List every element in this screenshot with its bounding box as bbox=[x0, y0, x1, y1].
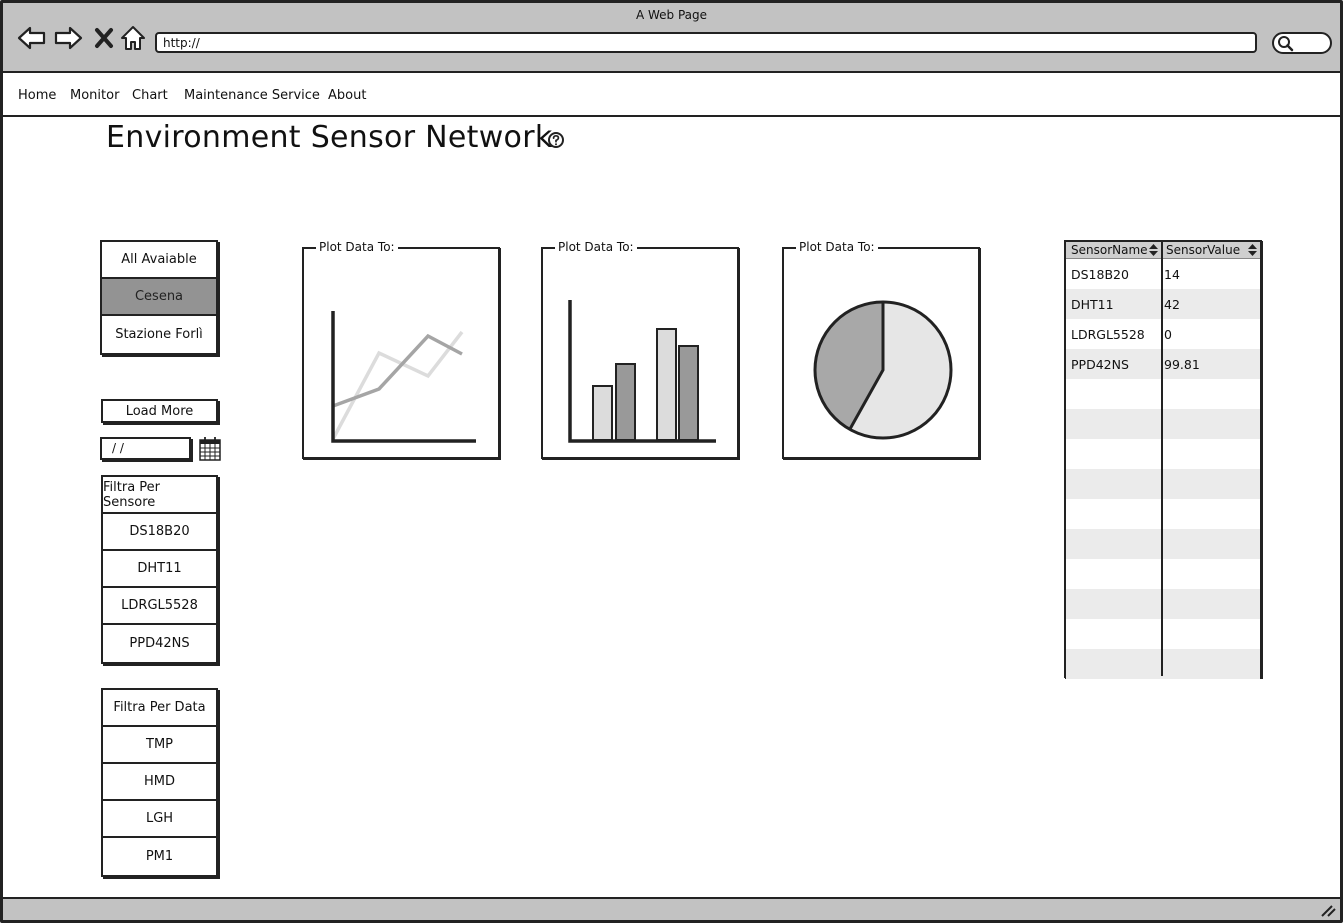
empty-row bbox=[1066, 499, 1260, 529]
pie-chart-panel[interactable]: Plot Data To: bbox=[782, 240, 980, 459]
resize-grip-icon[interactable] bbox=[1320, 903, 1336, 917]
load-more-button[interactable]: Load More bbox=[101, 399, 218, 423]
data-filter-header: Filtra Per Data bbox=[103, 690, 216, 727]
sensor-value-cell: 14 bbox=[1164, 266, 1180, 282]
table-body: DS18B20 14 DHT11 42 LDRGL5528 0 PPD42NS 99.8… bbox=[1066, 259, 1260, 679]
empty-row bbox=[1066, 589, 1260, 619]
back-icon[interactable] bbox=[17, 23, 47, 53]
sensor-value-cell: 99.81 bbox=[1164, 356, 1200, 372]
browser-chrome: A Web Page http:// bbox=[3, 3, 1340, 73]
table-header: SensorName SensorValue bbox=[1066, 242, 1260, 259]
menu-chart[interactable]: Chart bbox=[132, 88, 168, 103]
data-lgh[interactable]: LGH bbox=[103, 801, 216, 838]
status-bar bbox=[3, 897, 1340, 920]
data-hmd[interactable]: HMD bbox=[103, 764, 216, 801]
empty-row bbox=[1066, 619, 1260, 649]
data-pm1[interactable]: PM1 bbox=[103, 838, 216, 875]
sensor-dht11[interactable]: DHT11 bbox=[103, 551, 216, 588]
stop-icon[interactable] bbox=[89, 23, 119, 53]
sensor-table: SensorName SensorValue DS18B20 14 DHT11 42… bbox=[1064, 240, 1262, 679]
empty-row bbox=[1066, 559, 1260, 589]
menu-maintenance-service[interactable]: Maintenance Service bbox=[184, 88, 320, 103]
empty-row bbox=[1066, 529, 1260, 559]
data-filter-list: Filtra Per Data TMP HMD LGH PM1 bbox=[101, 688, 218, 877]
sensor-ldrgl5528[interactable]: LDRGL5528 bbox=[103, 588, 216, 625]
pie-chart-icon bbox=[813, 300, 953, 440]
location-cesena[interactable]: Cesena bbox=[102, 279, 216, 316]
date-input[interactable]: / / bbox=[100, 437, 191, 460]
sensor-ds18b20[interactable]: DS18B20 bbox=[103, 514, 216, 551]
bar-chart-panel[interactable]: Plot Data To: bbox=[541, 240, 739, 459]
empty-row bbox=[1066, 409, 1260, 439]
menu-bar: Home Monitor Chart Maintenance Service A… bbox=[3, 75, 1340, 117]
location-list: All Avaiable Cesena Stazione Forlì bbox=[100, 240, 218, 355]
table-row[interactable]: DHT11 42 bbox=[1066, 289, 1260, 319]
sensor-name-cell: PPD42NS bbox=[1071, 356, 1129, 372]
column-label: SensorName bbox=[1071, 243, 1148, 257]
search-icon bbox=[1278, 36, 1294, 52]
empty-row bbox=[1066, 649, 1260, 679]
data-tmp[interactable]: TMP bbox=[103, 727, 216, 764]
sensor-value-cell: 42 bbox=[1164, 296, 1180, 312]
column-header-sensorvalue[interactable]: SensorValue bbox=[1161, 242, 1260, 258]
table-row[interactable]: DS18B20 14 bbox=[1066, 259, 1260, 289]
column-header-sensorname[interactable]: SensorName bbox=[1066, 242, 1161, 258]
forward-icon[interactable] bbox=[53, 23, 83, 53]
sensor-filter-header: Filtra Per Sensore bbox=[103, 477, 216, 514]
menu-monitor[interactable]: Monitor bbox=[70, 88, 119, 103]
empty-row bbox=[1066, 469, 1260, 499]
table-row[interactable]: LDRGL5528 0 bbox=[1066, 319, 1260, 349]
url-input[interactable]: http:// bbox=[155, 32, 1257, 53]
menu-home[interactable]: Home bbox=[18, 88, 56, 103]
page-title: Environment Sensor Network bbox=[106, 120, 553, 155]
sort-icon[interactable] bbox=[1248, 244, 1257, 256]
bar-chart-icon bbox=[568, 300, 716, 443]
browser-search[interactable] bbox=[1272, 32, 1332, 54]
sensor-name-cell: LDRGL5528 bbox=[1071, 326, 1145, 342]
table-row[interactable]: PPD42NS 99.81 bbox=[1066, 349, 1260, 379]
menu-about[interactable]: About bbox=[328, 88, 366, 103]
line-chart-panel[interactable]: Plot Data To: bbox=[302, 240, 500, 459]
home-icon[interactable] bbox=[118, 23, 148, 53]
sensor-ppd42ns[interactable]: PPD42NS bbox=[103, 625, 216, 662]
column-divider bbox=[1161, 242, 1163, 676]
window-title: A Web Page bbox=[635, 8, 708, 22]
sensor-name-cell: DS18B20 bbox=[1071, 266, 1129, 282]
calendar-icon[interactable] bbox=[198, 436, 222, 462]
browser-window: A Web Page http:// Home Monitor Chart Ma… bbox=[0, 0, 1343, 923]
help-icon[interactable] bbox=[547, 131, 565, 149]
column-label: SensorValue bbox=[1166, 243, 1241, 257]
sort-icon[interactable] bbox=[1149, 244, 1158, 256]
location-stazione-forli[interactable]: Stazione Forlì bbox=[102, 316, 216, 353]
empty-row bbox=[1066, 379, 1260, 409]
sensor-name-cell: DHT11 bbox=[1071, 296, 1114, 312]
empty-row bbox=[1066, 439, 1260, 469]
line-chart-icon bbox=[331, 311, 476, 443]
sensor-filter-list: Filtra Per Sensore DS18B20 DHT11 LDRGL55… bbox=[101, 475, 218, 664]
location-all-available[interactable]: All Avaiable bbox=[102, 242, 216, 279]
